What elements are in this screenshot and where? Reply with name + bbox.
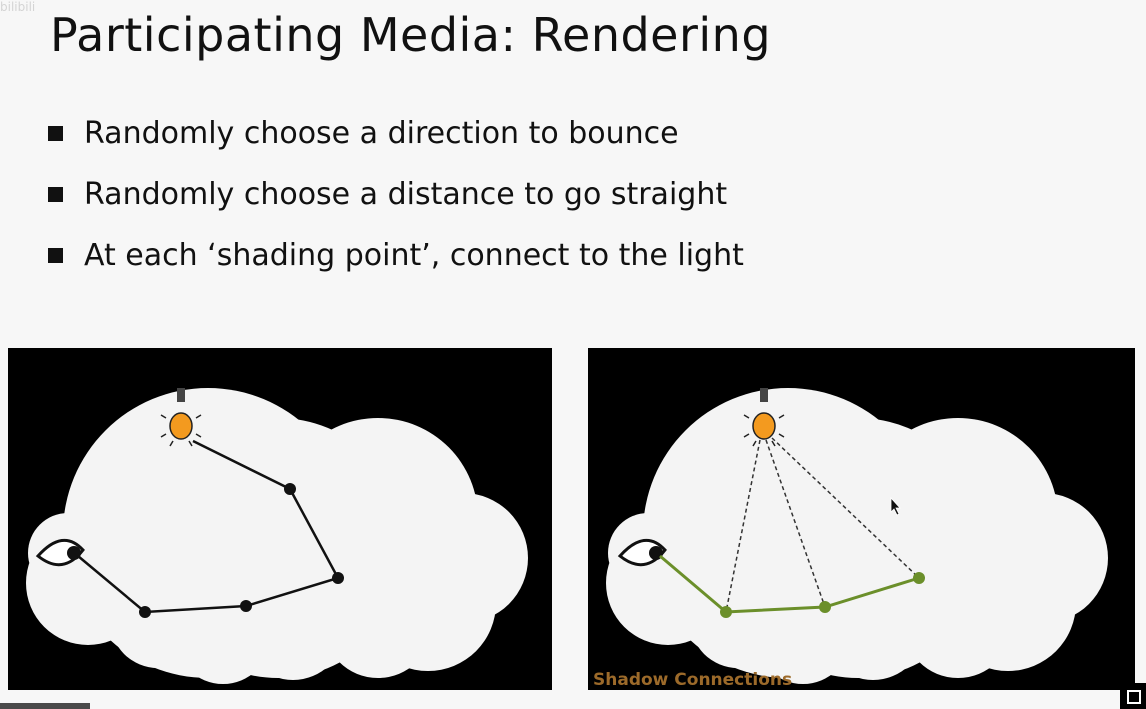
- shadow-connections-diagram: [606, 388, 1108, 684]
- fullscreen-icon[interactable]: [1120, 683, 1146, 709]
- cloud-shape: [606, 388, 1108, 684]
- progress-strip: [0, 703, 90, 709]
- bullet-square-icon: [48, 187, 63, 202]
- figure-caption: Shadow Connections: [593, 670, 793, 690]
- random-walk-diagram: [26, 388, 528, 684]
- path-vertex: [139, 606, 151, 618]
- bullet-square-icon: [48, 248, 63, 263]
- cloud-shape: [26, 388, 528, 684]
- path-vertex: [819, 601, 831, 613]
- figure-random-walk: [8, 348, 552, 690]
- slide-title: Participating Media: Rendering: [50, 8, 772, 62]
- bullet-text: Randomly choose a distance to go straigh…: [84, 177, 728, 212]
- path-vertex: [913, 572, 925, 584]
- path-vertex: [240, 600, 252, 612]
- bullet-text: Randomly choose a direction to bounce: [84, 116, 679, 151]
- watermark: bilibili: [0, 0, 36, 14]
- path-vertex: [284, 483, 296, 495]
- fullscreen-icon-frame: [1127, 690, 1141, 704]
- slide: bilibili Participating Media: Rendering …: [0, 0, 1146, 709]
- path-vertex: [720, 606, 732, 618]
- bullet-square-icon: [48, 126, 63, 141]
- figure-shadow-connections: Shadow Connections: [588, 348, 1135, 690]
- path-vertex: [332, 572, 344, 584]
- bullet-text: At each ‘shading point’, connect to the …: [84, 238, 744, 273]
